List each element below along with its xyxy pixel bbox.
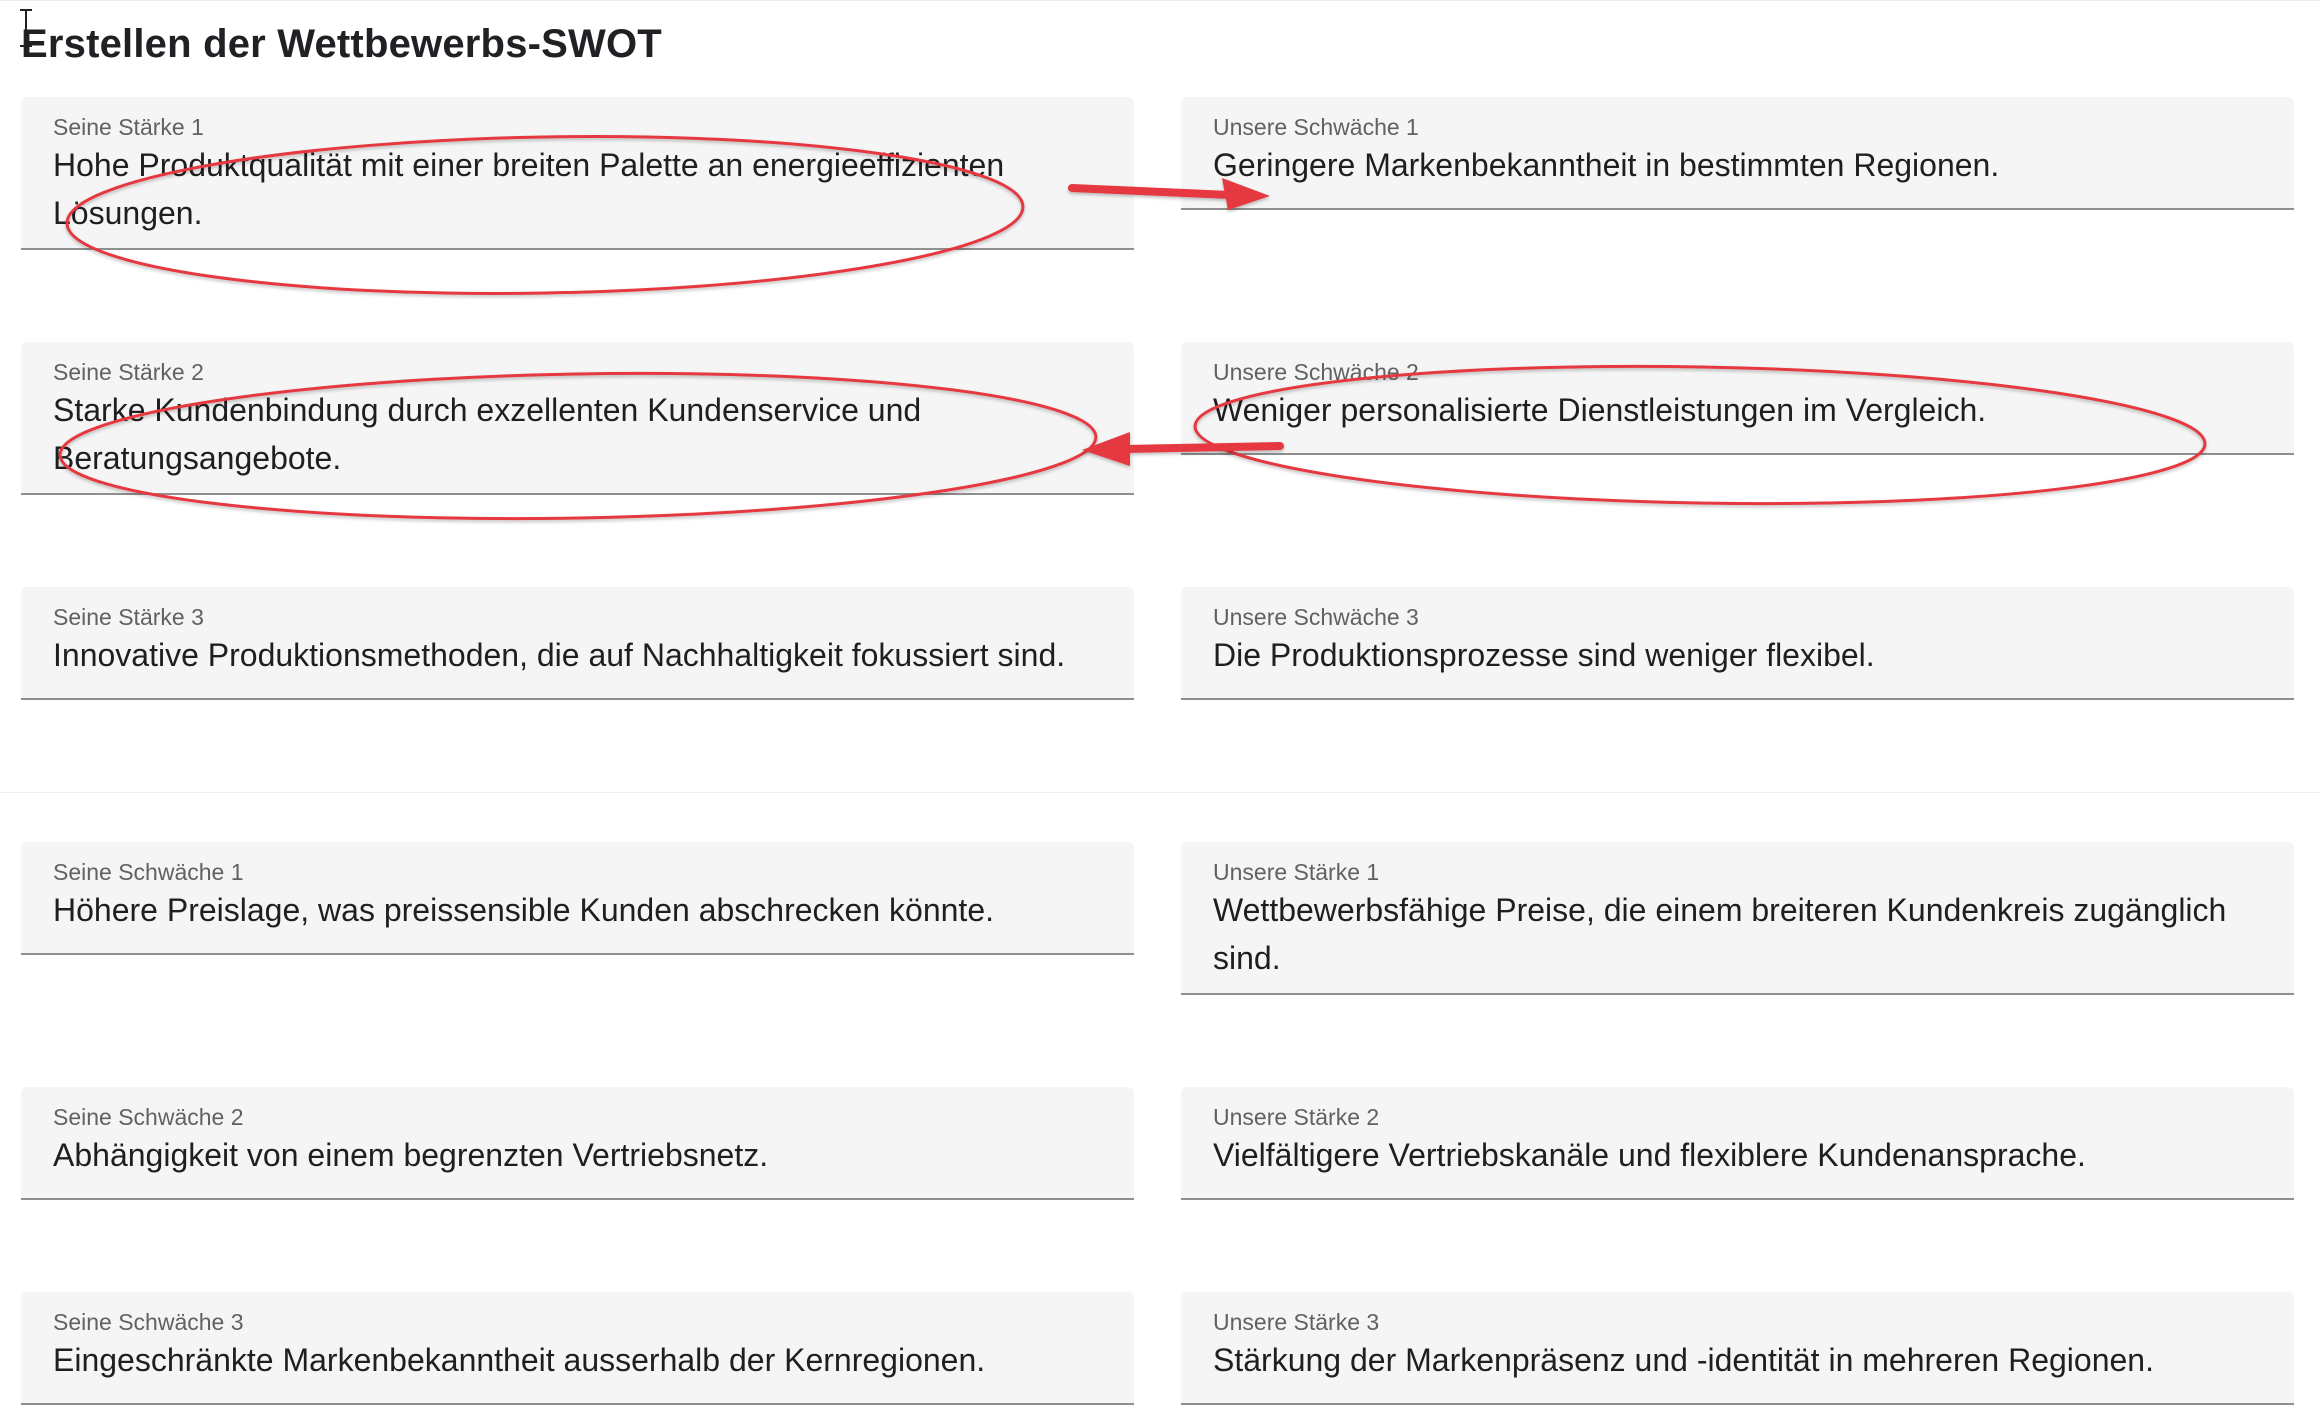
- competitor-strength-3-field[interactable]: Seine Stärke 3 Innovative Produktionsmet…: [21, 587, 1134, 700]
- field-value[interactable]: Weniger personalisierte Dienstleistungen…: [1213, 386, 2262, 434]
- field-value[interactable]: Höhere Preislage, was preissensible Kund…: [53, 886, 1102, 934]
- field-value[interactable]: Starke Kundenbindung durch exzellenten K…: [53, 386, 1102, 482]
- our-weakness-2-field[interactable]: Unsere Schwäche 2 Weniger personalisiert…: [1181, 342, 2294, 455]
- field-value[interactable]: Stärkung der Markenpräsenz und -identitä…: [1213, 1336, 2262, 1384]
- our-strength-3-field[interactable]: Unsere Stärke 3 Stärkung der Markenpräse…: [1181, 1292, 2294, 1405]
- competitor-weakness-1-field[interactable]: Seine Schwäche 1 Höhere Preislage, was p…: [21, 842, 1134, 955]
- field-label: Seine Stärke 1: [53, 114, 204, 140]
- our-strength-2-field[interactable]: Unsere Stärke 2 Vielfältigere Vertriebsk…: [1181, 1087, 2294, 1200]
- field-value[interactable]: Hohe Produktqualität mit einer breiten P…: [53, 141, 1102, 237]
- field-label: Unsere Stärke 3: [1213, 1309, 1380, 1335]
- our-strength-1-field[interactable]: Unsere Stärke 1 Wettbewerbsfähige Preise…: [1181, 842, 2294, 995]
- our-weakness-1-field[interactable]: Unsere Schwäche 1 Geringere Markenbekann…: [1181, 97, 2294, 210]
- section-divider: [0, 792, 2320, 793]
- competitor-weakness-3-field[interactable]: Seine Schwäche 3 Eingeschränkte Markenbe…: [21, 1292, 1134, 1405]
- field-label: Unsere Schwäche 1: [1213, 114, 1419, 140]
- field-label: Seine Schwäche 2: [53, 1104, 244, 1130]
- competitor-weakness-2-field[interactable]: Seine Schwäche 2 Abhängigkeit von einem …: [21, 1087, 1134, 1200]
- competitor-strength-1-field[interactable]: Seine Stärke 1 Hohe Produktqualität mit …: [21, 97, 1134, 250]
- field-value[interactable]: Geringere Markenbekanntheit in bestimmte…: [1213, 141, 2262, 189]
- field-label: Unsere Schwäche 2: [1213, 359, 1419, 385]
- field-label: Unsere Schwäche 3: [1213, 604, 1419, 630]
- field-label: Unsere Stärke 2: [1213, 1104, 1380, 1130]
- our-weakness-3-field[interactable]: Unsere Schwäche 3 Die Produktionsprozess…: [1181, 587, 2294, 700]
- field-label: Seine Stärke 2: [53, 359, 204, 385]
- field-value[interactable]: Vielfältigere Vertriebskanäle und flexib…: [1213, 1131, 2262, 1179]
- top-border: [0, 0, 2320, 1]
- field-value[interactable]: Wettbewerbsfähige Preise, die einem brei…: [1213, 886, 2262, 982]
- field-label: Seine Stärke 3: [53, 604, 204, 630]
- field-value[interactable]: Die Produktionsprozesse sind weniger fle…: [1213, 631, 2262, 679]
- field-value[interactable]: Innovative Produktionsmethoden, die auf …: [53, 631, 1102, 679]
- field-value[interactable]: Eingeschränkte Markenbekanntheit ausserh…: [53, 1336, 1102, 1384]
- competitor-strength-2-field[interactable]: Seine Stärke 2 Starke Kundenbindung durc…: [21, 342, 1134, 495]
- field-label: Seine Schwäche 3: [53, 1309, 244, 1335]
- page-title: Erstellen der Wettbewerbs-SWOT: [21, 22, 662, 66]
- field-value[interactable]: Abhängigkeit von einem begrenzten Vertri…: [53, 1131, 1102, 1179]
- field-label: Unsere Stärke 1: [1213, 859, 1380, 885]
- field-label: Seine Schwäche 1: [53, 859, 244, 885]
